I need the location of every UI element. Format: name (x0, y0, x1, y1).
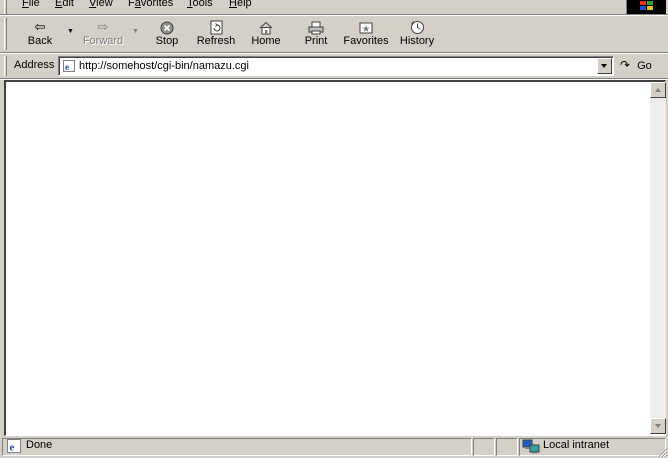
home-label: Home (251, 35, 281, 47)
back-dropdown-arrow[interactable]: ▼ (67, 28, 74, 35)
favorites-label: Favorites (343, 35, 389, 47)
forward-label: Forward (82, 35, 124, 47)
address-input[interactable] (79, 59, 589, 73)
print-button[interactable]: Print (302, 18, 330, 52)
chevron-down-icon (601, 64, 607, 68)
back-label: Back (27, 35, 53, 47)
standard-toolbar: ⇦ Back ▼ ⇨ Forward ▼ Stop Refresh Home P… (0, 16, 668, 52)
menu-edit-rest: dit (62, 0, 74, 9)
menu-favorites-rest: vorites (140, 0, 174, 9)
menu-file[interactable]: File (22, 0, 40, 10)
svg-text:e: e (10, 442, 15, 454)
menu-tools-rest: ools (192, 0, 213, 9)
browser-throbber[interactable] (626, 0, 666, 15)
refresh-label: Refresh (196, 35, 236, 47)
address-bar-grip[interactable] (4, 56, 7, 76)
history-label: History (399, 35, 435, 47)
stop-button[interactable]: Stop (151, 18, 183, 52)
menu-help[interactable]: Help (229, 0, 252, 10)
menu-tools[interactable]: Tools (187, 0, 213, 10)
address-label: Address (14, 59, 55, 71)
menu-help-accel: H (229, 0, 237, 9)
favorites-button[interactable]: Favorites (343, 18, 389, 52)
back-icon: ⇦ (34, 19, 46, 34)
address-bar: Address e ↷ Go (0, 54, 668, 78)
forward-icon: ⇨ (97, 19, 109, 34)
forward-button[interactable]: ⇨ Forward (80, 18, 126, 52)
status-progress-panel (473, 438, 495, 456)
back-button[interactable]: ⇦ Back (22, 18, 58, 52)
menu-view[interactable]: View (89, 0, 113, 10)
refresh-icon (194, 18, 238, 35)
resize-grip-icon[interactable] (656, 446, 668, 458)
history-button[interactable]: History (398, 18, 436, 52)
stop-label: Stop (155, 35, 179, 47)
menu-bar-grip[interactable] (4, 0, 7, 14)
go-button[interactable]: ↷ Go (620, 58, 652, 76)
address-field[interactable]: e (58, 56, 614, 76)
menu-favorites[interactable]: Favorites (128, 0, 173, 10)
menu-file-rest: ile (28, 0, 40, 9)
vertical-scrollbar[interactable] (650, 82, 666, 434)
history-icon (398, 18, 436, 35)
local-intranet-icon (522, 439, 540, 454)
status-text: Done (26, 439, 53, 451)
scroll-down-button[interactable] (650, 418, 666, 434)
menu-edit[interactable]: Edit (55, 0, 74, 10)
chevron-up-icon (655, 88, 661, 92)
refresh-button[interactable]: Refresh (194, 18, 238, 52)
menu-file-accel: F (22, 0, 29, 9)
favorites-icon (343, 18, 389, 35)
go-label: Go (637, 60, 652, 72)
home-icon (249, 18, 283, 35)
status-bar: e Done Local intranet (0, 437, 668, 458)
menu-view-rest: iew (96, 0, 113, 9)
print-icon (302, 18, 330, 35)
zone-text: Local intranet (543, 439, 610, 451)
go-icon: ↷ (620, 58, 631, 72)
status-secure-panel (496, 438, 518, 456)
menu-favorites-pre: F (128, 0, 135, 9)
stop-icon (151, 18, 183, 35)
home-button[interactable]: Home (249, 18, 283, 52)
windows-logo-icon (640, 1, 654, 11)
chevron-down-icon (655, 424, 661, 428)
forward-dropdown-arrow[interactable]: ▼ (132, 28, 139, 35)
status-main-panel (2, 438, 472, 456)
ie-page-icon: e (63, 60, 75, 72)
svg-text:e: e (65, 62, 69, 72)
address-dropdown-button[interactable] (597, 58, 612, 74)
toolbar-grip[interactable] (4, 18, 7, 50)
menu-help-rest: elp (236, 0, 252, 9)
scroll-up-button[interactable] (650, 82, 666, 98)
page-content-area[interactable] (4, 80, 666, 436)
print-label: Print (304, 35, 328, 47)
ie-page-icon: e (7, 439, 21, 453)
